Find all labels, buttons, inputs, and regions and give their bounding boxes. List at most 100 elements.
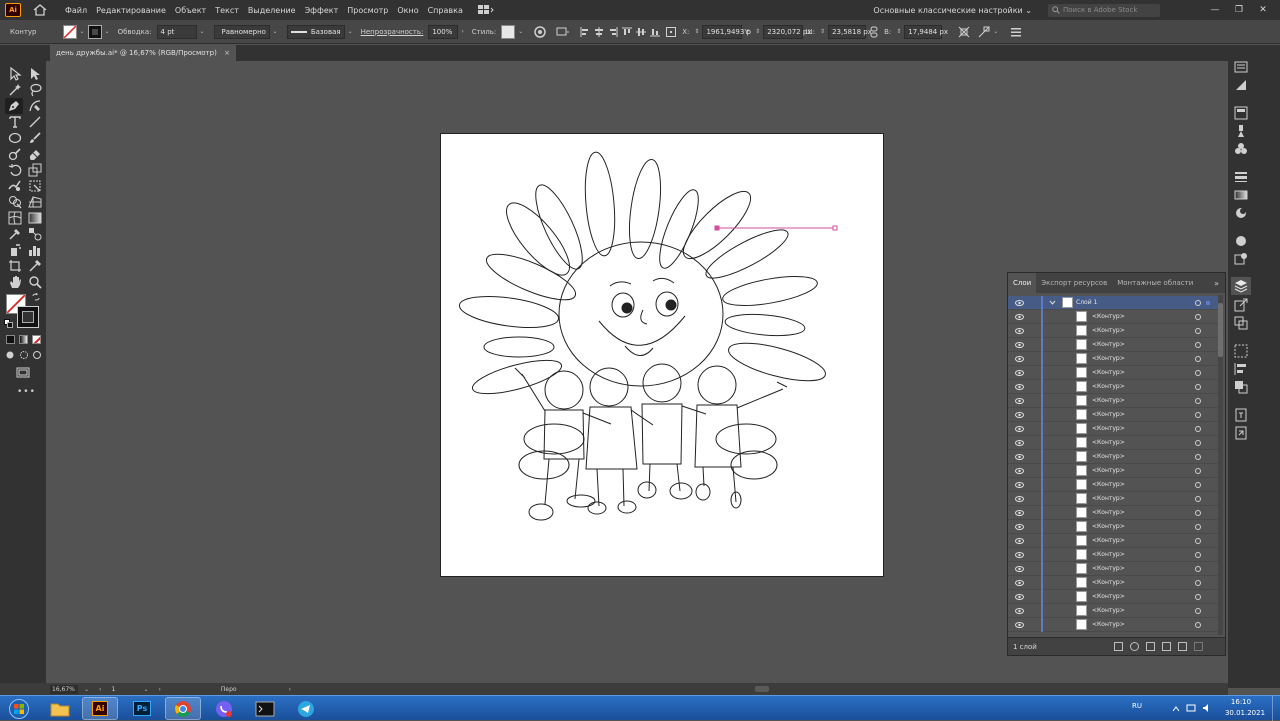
- target-circle-icon[interactable]: [1195, 327, 1201, 334]
- path-name[interactable]: <Контур>: [1092, 355, 1125, 362]
- network-icon[interactable]: [1186, 703, 1196, 713]
- layer-row[interactable]: <Контур>: [1008, 337, 1218, 352]
- document-tab[interactable]: день дружбы.ai* @ 16,67% (RGB/Просмотр) …: [50, 45, 236, 61]
- visibility-eye-icon[interactable]: [1015, 369, 1024, 376]
- transform-icon[interactable]: [1234, 344, 1248, 358]
- target-circle-icon[interactable]: [1195, 537, 1201, 544]
- layer-row[interactable]: <Контур>: [1008, 421, 1218, 436]
- align-top-icon[interactable]: [622, 27, 633, 37]
- shape-options-dropdown-icon[interactable]: ⌄: [993, 28, 998, 35]
- color-mode-icon[interactable]: [6, 335, 15, 344]
- screen-mode-icon[interactable]: [16, 366, 30, 378]
- brush-definition[interactable]: Базовая: [286, 24, 345, 39]
- visibility-eye-icon[interactable]: [1015, 523, 1024, 530]
- path-name[interactable]: <Контур>: [1092, 579, 1125, 586]
- path-name[interactable]: <Контур>: [1092, 369, 1125, 376]
- close-tab-button[interactable]: ×: [224, 49, 230, 57]
- menu-file[interactable]: Файл: [65, 6, 87, 15]
- visibility-eye-icon[interactable]: [1015, 579, 1024, 586]
- path-name[interactable]: <Контур>: [1092, 621, 1125, 628]
- blend-tool-icon[interactable]: [28, 227, 42, 241]
- color-guide-icon[interactable]: [1234, 106, 1248, 120]
- locate-object-icon[interactable]: [1130, 642, 1139, 651]
- draw-behind-icon[interactable]: [19, 350, 29, 360]
- visibility-eye-icon[interactable]: [1015, 565, 1024, 572]
- free-transform-tool-icon[interactable]: [28, 179, 42, 193]
- stock-search-input[interactable]: Поиск в Adobe Stock: [1048, 3, 1160, 17]
- path-name[interactable]: <Контур>: [1092, 495, 1125, 502]
- menu-effect[interactable]: Эффект: [305, 6, 339, 15]
- status-more-icon[interactable]: ›: [289, 686, 291, 693]
- constrain-proportions-icon[interactable]: [870, 26, 878, 38]
- target-circle-icon[interactable]: [1195, 383, 1201, 390]
- layer-row[interactable]: <Контур>: [1008, 323, 1218, 338]
- target-circle-icon[interactable]: [1195, 453, 1201, 460]
- path-name[interactable]: <Контур>: [1092, 439, 1125, 446]
- x-field[interactable]: 1961,9493 p: [702, 24, 751, 39]
- path-name[interactable]: <Контур>: [1092, 551, 1125, 558]
- layer-row[interactable]: <Контур>: [1008, 617, 1218, 632]
- column-graph-tool-icon[interactable]: [28, 243, 42, 257]
- taskbar-telegram[interactable]: [288, 697, 324, 720]
- layer-row[interactable]: <Контур>: [1008, 505, 1218, 520]
- stroke-dropdown-icon[interactable]: ⌄: [105, 28, 110, 35]
- layer-row-top[interactable]: Слой 1: [1008, 295, 1218, 310]
- fill-swatch[interactable]: [62, 24, 77, 39]
- path-name[interactable]: <Контур>: [1092, 467, 1125, 474]
- gradient-tool-icon[interactable]: [28, 211, 42, 225]
- magic-wand-tool-icon[interactable]: [8, 83, 22, 97]
- visibility-eye-icon[interactable]: [1015, 495, 1024, 502]
- asset-export-icon[interactable]: [1234, 298, 1248, 312]
- menu-object[interactable]: Объект: [175, 6, 206, 15]
- visibility-eye-icon[interactable]: [1015, 537, 1024, 544]
- visibility-eye-icon[interactable]: [1015, 551, 1024, 558]
- libraries-icon[interactable]: [1234, 78, 1248, 92]
- warp-tool-icon[interactable]: [8, 179, 22, 193]
- w-field[interactable]: 23,5818 px: [828, 24, 872, 39]
- slice-tool-icon[interactable]: [28, 259, 42, 273]
- tab-artboards[interactable]: Монтажные области: [1112, 273, 1198, 293]
- artboard-dropdown-icon[interactable]: ⌄: [143, 686, 148, 693]
- target-circle-icon[interactable]: [1195, 397, 1201, 404]
- menu-select[interactable]: Выделение: [248, 6, 296, 15]
- clock-date[interactable]: 30.01.2021: [1222, 709, 1268, 717]
- style-dropdown-icon[interactable]: ⌄: [518, 28, 523, 35]
- selection-tool-icon[interactable]: [8, 67, 22, 81]
- transform-each-icon[interactable]: [958, 26, 970, 38]
- paintbrush-tool-icon[interactable]: [28, 131, 42, 145]
- eyedropper-tool-icon[interactable]: [8, 227, 22, 241]
- layer-row[interactable]: <Контур>: [1008, 351, 1218, 366]
- language-indicator[interactable]: RU: [1132, 702, 1152, 710]
- path-name[interactable]: <Контур>: [1092, 509, 1125, 516]
- brush-dropdown-icon[interactable]: ⌄: [348, 28, 353, 35]
- eraser-tool-icon[interactable]: [28, 147, 42, 161]
- target-circle-icon[interactable]: [1195, 495, 1201, 502]
- stroke-panel-icon[interactable]: [1234, 170, 1248, 184]
- visibility-eye-icon[interactable]: [1015, 327, 1024, 334]
- artboard-tool-icon[interactable]: [8, 259, 22, 273]
- visibility-eye-icon[interactable]: [1015, 411, 1024, 418]
- layers-scrollbar-thumb[interactable]: [1218, 303, 1223, 357]
- layer-row[interactable]: <Контур>: [1008, 309, 1218, 324]
- artboards-icon[interactable]: [1234, 316, 1248, 330]
- layer-row[interactable]: <Контур>: [1008, 463, 1218, 478]
- visibility-eye-icon[interactable]: [1015, 467, 1024, 474]
- tab-layers[interactable]: Слои: [1008, 273, 1037, 293]
- layer-row[interactable]: <Контур>: [1008, 519, 1218, 534]
- y-stepper-icon[interactable]: ⇕: [755, 28, 760, 35]
- menu-view[interactable]: Просмотр: [347, 6, 388, 15]
- target-circle-icon[interactable]: [1195, 439, 1201, 446]
- arrange-documents-icon[interactable]: [477, 5, 494, 15]
- profile-dropdown-icon[interactable]: ⌄: [273, 28, 278, 35]
- action-center-icon[interactable]: [1172, 705, 1180, 713]
- panel-menu-icon[interactable]: [1011, 27, 1022, 37]
- horizontal-scrollbar[interactable]: [340, 685, 1210, 693]
- taskbar-viber[interactable]: [206, 697, 242, 720]
- target-circle-icon[interactable]: [1195, 509, 1201, 516]
- path-name[interactable]: <Контур>: [1092, 481, 1125, 488]
- target-circle-icon[interactable]: [1195, 313, 1201, 320]
- layer-name[interactable]: Слой 1: [1076, 299, 1097, 306]
- visibility-eye-icon[interactable]: [1015, 299, 1024, 306]
- align-vcenter-icon[interactable]: [636, 27, 647, 37]
- shape-options-icon[interactable]: [978, 26, 990, 38]
